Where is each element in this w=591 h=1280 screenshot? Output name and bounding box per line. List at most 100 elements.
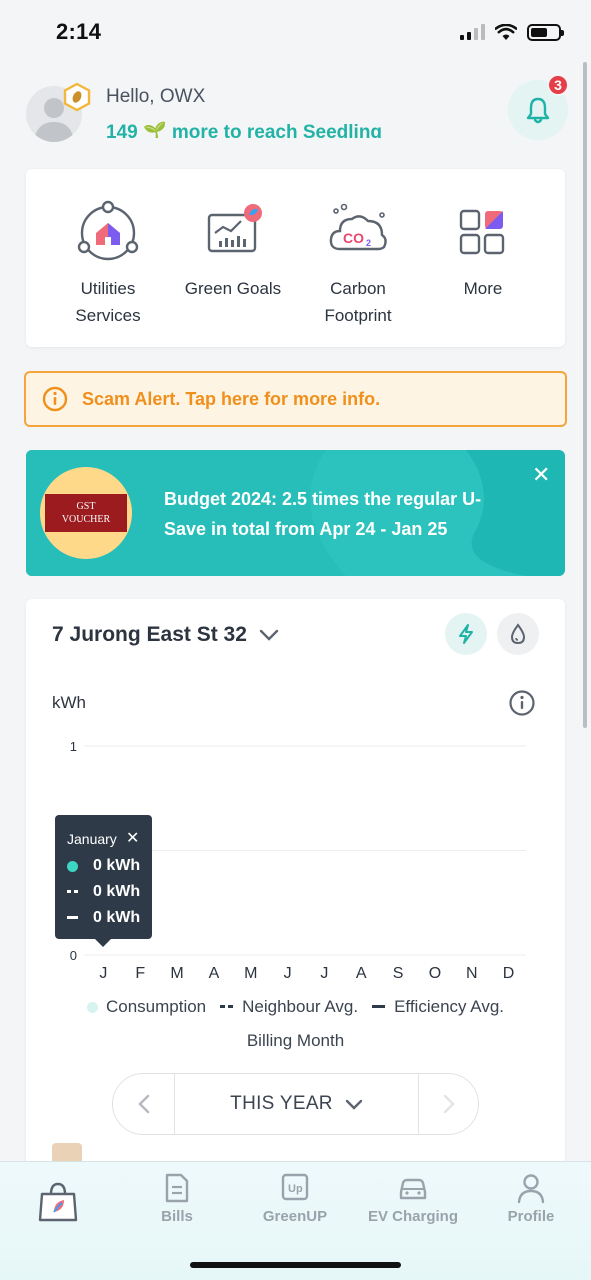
more-button[interactable]: More	[423, 199, 543, 302]
level-hexagon-icon	[63, 82, 91, 112]
solid-line-icon	[372, 1005, 386, 1008]
tab-ev-charging-label: EV Charging	[367, 1208, 458, 1225]
home-utilities-icon	[77, 200, 139, 261]
period-selector: THIS YEAR	[112, 1073, 479, 1135]
x-tick-label: J	[320, 965, 328, 982]
water-toggle[interactable]	[497, 613, 539, 655]
green-goals-label: Green Goals	[184, 279, 282, 298]
tooltip-close-button[interactable]: ✕	[126, 828, 139, 848]
quick-actions-card: Utilities Services Green Goals CO 2 Carb…	[26, 169, 565, 347]
legend-neighbour[interactable]: Neighbour Avg.	[220, 997, 358, 1017]
status-bar: 2:14	[0, 0, 591, 64]
legend-consumption[interactable]: Consumption	[86, 997, 206, 1017]
co2-cloud-icon: CO 2	[329, 203, 387, 251]
chevron-left-icon	[138, 1094, 150, 1114]
promo-banner[interactable]: GST VOUCHER Budget 2024: 2.5 times the r…	[26, 450, 565, 576]
banner-close-button[interactable]: ✕	[532, 462, 550, 488]
scam-alert-text: Scam Alert. Tap here for more info.	[82, 388, 381, 409]
period-dropdown[interactable]: THIS YEAR	[175, 1074, 418, 1134]
header: Hello, OWX 149 🌱 more to reach Seedling	[0, 70, 591, 150]
dashed-line-icon	[220, 1005, 234, 1008]
chart-goals-icon	[207, 204, 262, 253]
more-label: More	[463, 279, 503, 298]
legend-efficiency-label: Efficiency Avg.	[394, 997, 505, 1016]
y-axis-unit: kWh	[52, 693, 86, 712]
banner-text: Budget 2024: 2.5 times the regular U-Sav…	[164, 489, 482, 539]
y-tick-label: 0	[70, 948, 77, 963]
tab-greenup-label: GreenUP	[262, 1208, 328, 1225]
address-text: 7 Jurong East St 32	[52, 623, 247, 646]
tab-bills[interactable]: Bills	[118, 1172, 236, 1225]
carbon-footprint-label: Carbon Footprint	[324, 279, 392, 325]
bill-document-icon	[165, 1173, 189, 1203]
tooltip-month: January	[67, 831, 117, 847]
clock: 2:14	[56, 19, 102, 44]
chart-legend: Consumption Neighbour Avg. Efficiency Av…	[26, 997, 565, 1017]
wifi-icon	[495, 23, 517, 40]
tab-ev-charging[interactable]: EV Charging	[354, 1172, 472, 1225]
info-circle-icon	[42, 386, 68, 412]
voucher-ticket: GST VOUCHER	[45, 494, 127, 532]
x-tick-label: J	[99, 965, 107, 982]
tooltip-consumption-dot	[67, 860, 78, 872]
bell-icon	[526, 97, 550, 124]
shop-bag-icon[interactable]	[36, 1180, 80, 1224]
x-tick-label: J	[284, 965, 292, 982]
x-tick-label: S	[393, 965, 404, 982]
x-tick-label: D	[503, 965, 515, 982]
green-goals-button[interactable]: Green Goals	[173, 199, 293, 302]
grid-more-icon	[459, 209, 505, 255]
level-progress: 149 🌱 more to reach Seedling	[106, 122, 383, 138]
svg-text:CO: CO	[343, 230, 364, 246]
info-icon[interactable]	[508, 689, 536, 717]
utilities-services-label: Utilities Services	[75, 279, 141, 325]
tooltip-efficiency-row: 0 kWh	[67, 909, 140, 927]
person-icon	[517, 1174, 545, 1204]
status-icons	[460, 23, 564, 41]
notification-count-badge: 3	[547, 74, 569, 96]
tab-profile[interactable]: Profile	[472, 1172, 590, 1225]
x-tick-label: M	[244, 965, 257, 982]
address-selector[interactable]: 7 Jurong East St 32	[52, 623, 279, 647]
y-tick-label: 1	[70, 739, 77, 754]
tooltip-efficiency-value: 0 kWh	[93, 909, 141, 926]
scrollbar[interactable]	[583, 62, 587, 728]
tooltip-neighbour-row: 0 kWh	[67, 883, 140, 901]
x-tick-label: A	[356, 965, 367, 982]
tab-greenup[interactable]: Up GreenUP	[236, 1172, 354, 1225]
tab-bills-label: Bills	[161, 1208, 193, 1225]
legend-consumption-dot	[86, 1001, 98, 1013]
dashed-line-icon	[67, 890, 78, 893]
chevron-down-icon	[259, 629, 279, 641]
carbon-footprint-button[interactable]: CO 2 Carbon Footprint	[298, 199, 418, 329]
home-indicator	[190, 1262, 401, 1268]
previous-period-button[interactable]	[113, 1074, 175, 1134]
next-period-button[interactable]	[418, 1074, 480, 1134]
chevron-right-icon	[443, 1094, 455, 1114]
scam-alert-banner[interactable]: Scam Alert. Tap here for more info.	[24, 371, 567, 427]
x-tick-label: A	[209, 965, 220, 982]
tooltip-consumption-value: 0 kWh	[93, 857, 141, 874]
water-drop-icon	[510, 623, 526, 645]
tooltip-neighbour-value: 0 kWh	[93, 883, 141, 900]
svg-text:2: 2	[366, 238, 371, 248]
x-tick-label: N	[466, 965, 478, 982]
chart-tooltip: January ✕ 0 kWh 0 kWh 0 kWh	[55, 815, 152, 947]
x-axis-title: Billing Month	[246, 1031, 345, 1050]
tooltip-consumption-row: 0 kWh	[67, 857, 140, 875]
electricity-toggle[interactable]	[445, 613, 487, 655]
tab-profile-label: Profile	[507, 1208, 555, 1225]
battery-icon	[527, 23, 564, 41]
cellular-signal-icon	[460, 24, 485, 40]
x-tick-label: O	[429, 965, 441, 982]
chevron-down-icon	[345, 1099, 363, 1110]
period-label: THIS YEAR	[230, 1093, 333, 1114]
legend-efficiency[interactable]: Efficiency Avg.	[372, 997, 504, 1017]
greeting: Hello, OWX	[106, 86, 206, 107]
car-icon	[399, 1178, 427, 1200]
utilities-services-button[interactable]: Utilities Services	[48, 199, 168, 329]
lightning-icon	[459, 624, 473, 644]
greenup-icon: Up	[281, 1173, 309, 1201]
legend-neighbour-label: Neighbour Avg.	[242, 997, 359, 1016]
voucher-line2: VOUCHER	[61, 514, 111, 525]
